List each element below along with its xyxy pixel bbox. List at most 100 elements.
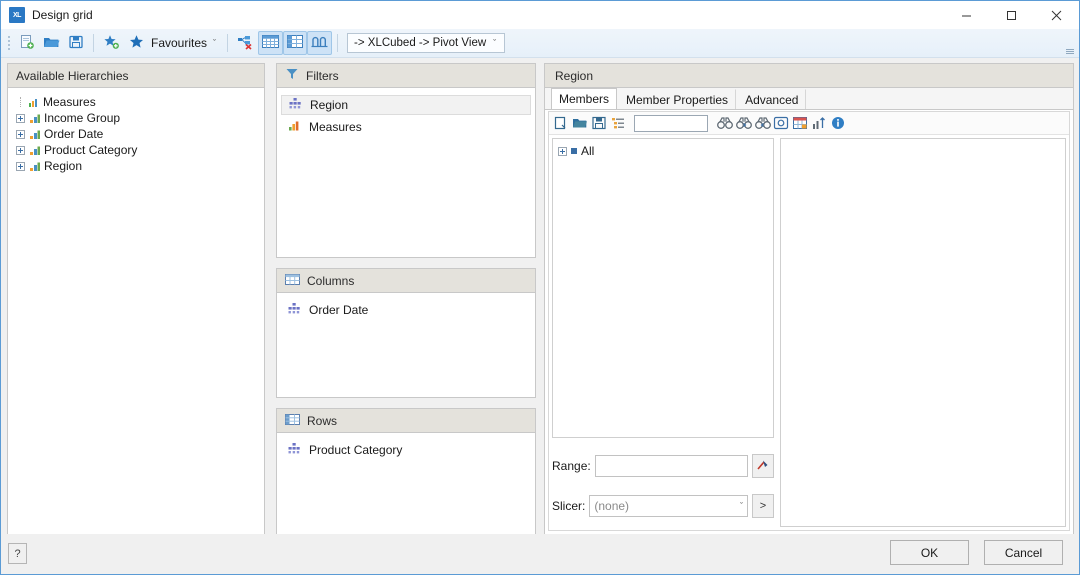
tree-item-label: Order Date xyxy=(44,127,104,141)
favourites-button[interactable]: Favourites ˇ xyxy=(124,31,222,55)
hierarchy-icon xyxy=(28,128,41,141)
range-label: Range: xyxy=(552,459,591,473)
ok-button[interactable]: OK xyxy=(890,540,969,565)
range-picker-button[interactable] xyxy=(752,454,774,478)
slicer-go-button[interactable]: > xyxy=(752,494,774,518)
select-box-icon[interactable] xyxy=(773,115,789,131)
available-hierarchies-title: Available Hierarchies xyxy=(16,68,129,83)
cancel-button[interactable]: Cancel xyxy=(984,540,1063,565)
pivot-path-label: -> XLCubed -> Pivot View xyxy=(354,37,487,49)
chevron-down-icon: ˇ xyxy=(493,38,497,48)
ok-label: OK xyxy=(920,545,939,560)
tree-item-measures[interactable]: Measures xyxy=(14,94,264,110)
member-search-input[interactable] xyxy=(634,114,708,132)
window-controls xyxy=(944,1,1079,29)
range-input[interactable] xyxy=(594,455,748,477)
tree-item-label: Income Group xyxy=(44,111,121,125)
member-tree[interactable]: All xyxy=(552,138,774,438)
tab-members[interactable]: Members xyxy=(551,88,618,109)
filters-list: Region Measures xyxy=(277,88,535,137)
tree-item-product-category[interactable]: Product Category xyxy=(14,142,264,158)
filter-item-label: Measures xyxy=(309,120,362,134)
minimize-icon[interactable] xyxy=(944,1,989,29)
tab-advanced[interactable]: Advanced xyxy=(737,89,807,109)
tab-label: Members xyxy=(559,92,610,106)
member-bullet-icon xyxy=(571,148,577,154)
members-tab-content: All Range: Slicer: (none) ˇ > xyxy=(548,111,1070,531)
expand-plus-icon[interactable] xyxy=(558,146,567,156)
toolbar-separator xyxy=(93,34,94,52)
save-button[interactable] xyxy=(64,31,88,55)
expand-plus-icon[interactable] xyxy=(16,145,25,155)
row-item-product-category[interactable]: Product Category xyxy=(281,440,531,460)
info-icon[interactable] xyxy=(830,115,846,131)
available-hierarchies-body: Measures Income Group Order Date Product… xyxy=(8,88,264,534)
tree-item-label: Product Category xyxy=(44,143,138,157)
tree-item-region[interactable]: Region xyxy=(14,158,264,174)
filter-item-region[interactable]: Region xyxy=(281,95,531,115)
folder-open-icon[interactable] xyxy=(572,115,588,131)
hierarchy-pyramid-icon xyxy=(288,97,302,113)
grid-select-icon[interactable] xyxy=(792,115,808,131)
open-button[interactable] xyxy=(39,31,64,55)
table-grid-icon xyxy=(262,34,280,52)
slicer-value: (none) xyxy=(594,499,630,513)
selected-members-list[interactable] xyxy=(780,138,1066,527)
help-button[interactable]: ? xyxy=(8,543,27,564)
tab-label: Member Properties xyxy=(626,92,729,107)
tree-item-order-date[interactable]: Order Date xyxy=(14,126,264,142)
region-tabstrip: Members Member Properties Advanced xyxy=(545,88,1073,110)
folder-open-icon xyxy=(43,34,60,53)
new-page-icon[interactable] xyxy=(553,115,569,131)
remove-field-icon xyxy=(237,34,254,53)
filters-header: Filters xyxy=(277,64,535,88)
remove-field-button[interactable] xyxy=(233,31,258,55)
column-item-order-date[interactable]: Order Date xyxy=(281,300,531,320)
sort-ascending-icon[interactable] xyxy=(811,115,827,131)
rows-grid-icon xyxy=(285,413,300,429)
list-indent-icon[interactable] xyxy=(610,115,626,131)
dialog-footer: ? OK Cancel xyxy=(1,534,1079,574)
new-document-icon xyxy=(19,34,35,53)
expand-plus-icon[interactable] xyxy=(16,129,25,139)
member-label: All xyxy=(581,144,595,158)
rows-body: Product Category xyxy=(277,433,535,534)
add-favourite-button[interactable] xyxy=(99,31,124,55)
expand-plus-icon[interactable] xyxy=(16,113,25,123)
hierarchy-icon xyxy=(28,144,41,157)
maximize-icon[interactable] xyxy=(989,1,1034,29)
grid-layout-button[interactable] xyxy=(258,31,284,55)
hierarchy-icon xyxy=(28,160,41,173)
range-row: Range: xyxy=(552,454,774,478)
rows-header: Rows xyxy=(277,409,535,433)
filters-panel: Filters Region Measures xyxy=(276,63,536,258)
member-tree-item-all[interactable]: All xyxy=(558,143,773,159)
new-grid-button[interactable] xyxy=(15,31,39,55)
hierarchy-icon xyxy=(28,112,41,125)
binoculars-next-icon[interactable] xyxy=(735,115,752,131)
funnel-icon xyxy=(285,67,299,84)
main-toolbar: Favourites ˇ -> XLCubed -> Pivot View ˇ xyxy=(1,29,1079,58)
filters-body: Region Measures xyxy=(277,88,535,257)
chart-layout-button[interactable] xyxy=(307,31,333,55)
expand-plus-icon[interactable] xyxy=(16,161,25,171)
slicer-select[interactable]: (none) ˇ xyxy=(589,495,748,517)
floppy-save-icon[interactable] xyxy=(591,115,607,131)
binoculars-prev-icon[interactable] xyxy=(754,115,771,131)
region-title: Region xyxy=(555,68,594,83)
toolbar-overflow-icon[interactable] xyxy=(1065,46,1075,56)
close-icon[interactable] xyxy=(1034,1,1079,29)
favourites-label: Favourites xyxy=(151,36,208,50)
pivot-path-dropdown[interactable]: -> XLCubed -> Pivot View ˇ xyxy=(347,33,506,53)
toolbar-grip[interactable] xyxy=(5,34,13,52)
filter-item-measures[interactable]: Measures xyxy=(281,117,531,137)
available-hierarchies-panel: Available Hierarchies Measures Income Gr… xyxy=(7,63,265,535)
column-layout-button[interactable] xyxy=(283,31,308,55)
columns-title: Columns xyxy=(307,273,355,288)
rows-list: Product Category xyxy=(277,433,535,460)
tree-item-income-group[interactable]: Income Group xyxy=(14,110,264,126)
floppy-save-icon xyxy=(68,34,84,53)
region-panel: Region Members Member Properties Advance… xyxy=(544,63,1074,535)
tab-member-properties[interactable]: Member Properties xyxy=(618,89,737,109)
binoculars-icon[interactable] xyxy=(716,115,733,131)
